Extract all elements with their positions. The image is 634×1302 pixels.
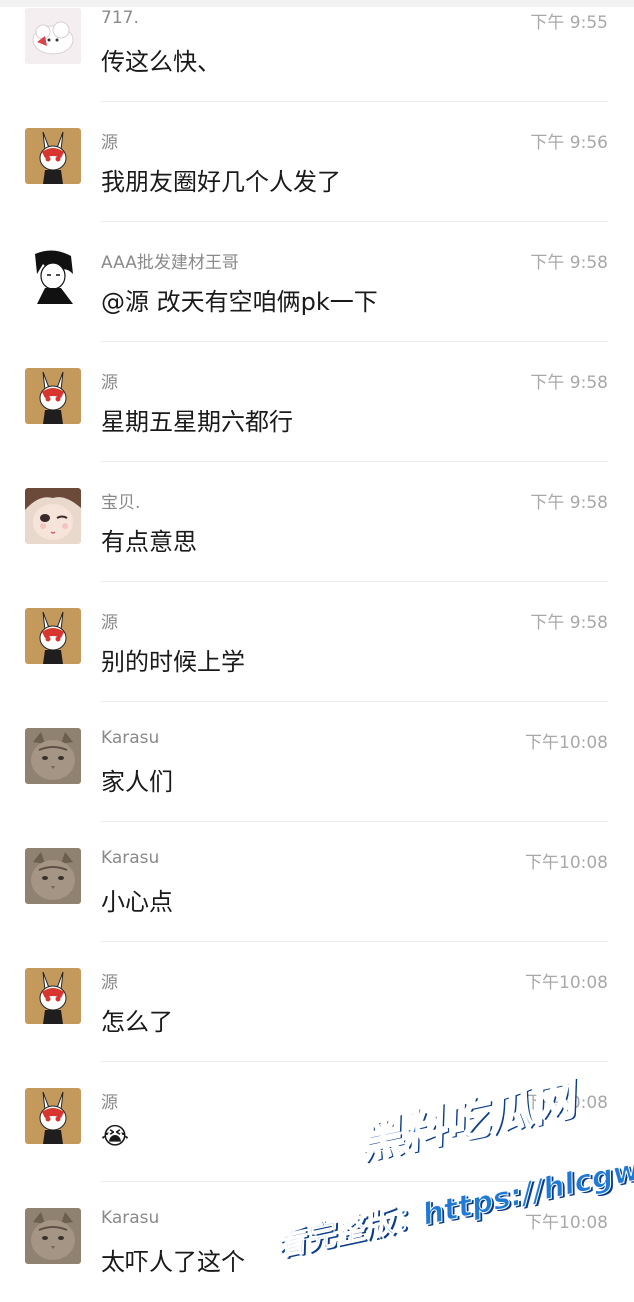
cartoon-sheep-avatar[interactable]: [25, 8, 81, 64]
sender-name: Karasu: [101, 728, 160, 748]
sender-name: 源: [101, 133, 118, 153]
sender-name: Karasu: [101, 1208, 160, 1228]
message-time: 下午 9:58: [530, 253, 608, 273]
sender-name: AAA批发建材王哥: [101, 253, 239, 273]
message-text: 家人们: [101, 768, 173, 796]
message-text: 小心点: [101, 888, 173, 916]
message-text: 传这么快、: [101, 48, 221, 76]
message-time: 下午 9:56: [530, 133, 608, 153]
chat-message-list[interactable]: 717. 下午 9:55 传这么快、 源 下午 9:56 我朋友圈好几个人发了: [0, 0, 634, 1302]
sender-name: 717.: [101, 8, 139, 28]
chat-message[interactable]: Karasu 下午10:08 太吓人了这个: [0, 1182, 634, 1302]
sender-name: 源: [101, 973, 118, 993]
message-time: 下午 9:58: [530, 613, 608, 633]
chat-message[interactable]: 源 下午 9:58 星期五星期六都行: [0, 342, 634, 462]
message-text: 我朋友圈好几个人发了: [101, 168, 341, 196]
sender-name: 源: [101, 613, 118, 633]
robot-rabbit-avatar[interactable]: [25, 968, 81, 1024]
message-time: 下午 9:58: [530, 373, 608, 393]
message-text: 别的时候上学: [101, 648, 245, 676]
crying-emoji-icon: 😭: [101, 1122, 130, 1150]
message-time: 下午 9:58: [530, 493, 608, 513]
chat-message[interactable]: 宝贝. 下午 9:58 有点意思: [0, 462, 634, 582]
message-text: @源 改天有空咱俩pk一下: [101, 288, 378, 316]
chat-message[interactable]: 源 下午10:08 怎么了: [0, 942, 634, 1062]
chat-message[interactable]: Karasu 下午10:08 家人们: [0, 702, 634, 822]
anime-boy-avatar[interactable]: [25, 248, 81, 304]
chat-message[interactable]: 源 下午 9:58 别的时候上学: [0, 582, 634, 702]
chat-message[interactable]: Karasu 下午10:08 小心点: [0, 822, 634, 942]
chat-message[interactable]: 源 下午10:08 😭: [0, 1062, 634, 1182]
message-text: 太吓人了这个: [101, 1248, 245, 1276]
cat-avatar[interactable]: [25, 848, 81, 904]
sender-name: Karasu: [101, 848, 160, 868]
message-time: 下午 9:55: [530, 13, 608, 33]
message-text: 怎么了: [101, 1008, 173, 1036]
message-text: 有点意思: [101, 528, 197, 556]
chat-message[interactable]: 源 下午 9:56 我朋友圈好几个人发了: [0, 102, 634, 222]
robot-rabbit-avatar[interactable]: [25, 128, 81, 184]
robot-rabbit-avatar[interactable]: [25, 608, 81, 664]
doll-girl-avatar[interactable]: [25, 488, 81, 544]
cat-avatar[interactable]: [25, 728, 81, 784]
chat-message[interactable]: 717. 下午 9:55 传这么快、: [0, 0, 634, 102]
message-time: 下午10:08: [525, 1093, 608, 1113]
chat-message[interactable]: AAA批发建材王哥 下午 9:58 @源 改天有空咱俩pk一下: [0, 222, 634, 342]
message-time: 下午10:08: [525, 1213, 608, 1233]
message-time: 下午10:08: [525, 973, 608, 993]
cat-avatar[interactable]: [25, 1208, 81, 1264]
robot-rabbit-avatar[interactable]: [25, 1088, 81, 1144]
sender-name: 源: [101, 1093, 118, 1113]
sender-name: 源: [101, 373, 118, 393]
sender-name: 宝贝.: [101, 493, 141, 513]
message-time: 下午10:08: [525, 733, 608, 753]
robot-rabbit-avatar[interactable]: [25, 368, 81, 424]
message-time: 下午10:08: [525, 853, 608, 873]
message-text: 星期五星期六都行: [101, 408, 293, 436]
